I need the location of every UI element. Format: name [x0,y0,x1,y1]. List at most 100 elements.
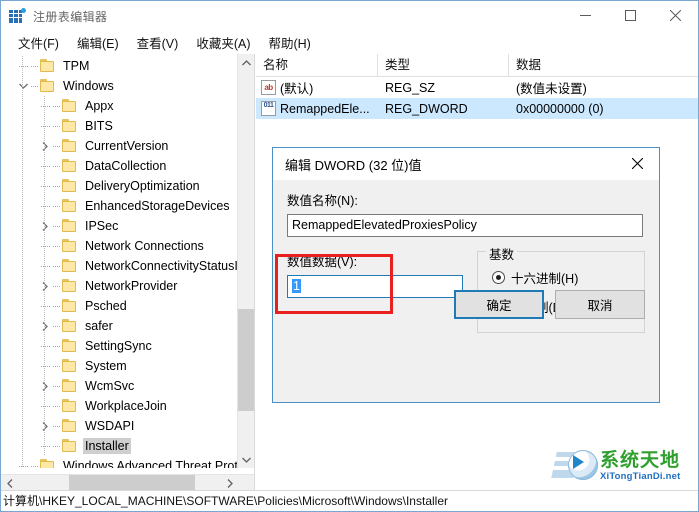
tree-item[interactable]: safer [1,316,238,336]
tree-guide-line [22,336,23,356]
cell-name: 011 RemappedEle... [256,101,378,116]
tree-leaf-spacer [37,238,53,254]
tree-item-label: WSDAPI [85,419,135,433]
values-list-row[interactable]: ab (默认) REG_SZ (数值未设置) [256,77,698,98]
chevron-down-icon[interactable] [15,78,31,94]
tree-item[interactable]: DeliveryOptimization [1,176,238,196]
close-button[interactable] [653,1,698,30]
folder-icon [62,119,78,133]
base-group-legend: 基数 [486,244,518,263]
folder-icon [62,199,78,213]
ok-button[interactable]: 确定 [454,290,544,319]
tree-vertical-scrollbar-thumb[interactable] [238,309,254,411]
cancel-button[interactable]: 取消 [555,290,645,319]
tree-item-label: NetworkConnectivityStatusIndicator [85,259,238,273]
tree-guide-line [22,56,23,76]
tree-guide-line [44,236,45,256]
column-header-name[interactable]: 名称 [256,54,378,77]
tree-item[interactable]: Network Connections [1,236,238,256]
registry-editor-icon [9,8,26,24]
tree-item[interactable]: System [1,356,238,376]
chevron-right-icon[interactable] [37,218,53,234]
column-header-data[interactable]: 数据 [509,54,698,77]
chevron-right-icon[interactable] [37,278,53,294]
tree-item[interactable]: Psched [1,296,238,316]
chevron-right-icon[interactable] [37,318,53,334]
tree-leaf-spacer [37,178,53,194]
chevron-right-icon[interactable] [37,418,53,434]
menu-help[interactable]: 帮助(H) [259,31,319,54]
cell-type: REG_DWORD [385,101,468,116]
chevron-up-icon[interactable] [238,54,254,71]
radio-hexadecimal[interactable]: 十六进制(H) [492,268,644,287]
value-data-input[interactable]: 1 [287,275,463,298]
tree-item[interactable]: TPM [1,56,238,76]
tree-item[interactable]: NetworkProvider [1,276,238,296]
tree-connector [53,238,62,254]
tree-leaf-spacer [37,298,53,314]
chevron-down-icon[interactable] [238,451,254,468]
tree-horizontal-scrollbar-thumb[interactable] [69,475,195,491]
tree-item[interactable]: WcmSvc [1,376,238,396]
tree-vertical-scrollbar[interactable] [237,54,254,468]
column-header-type[interactable]: 类型 [378,54,509,77]
tree-horizontal-scrollbar[interactable] [1,474,254,491]
edit-dword-dialog: 编辑 DWORD (32 位)值 数值名称(N): RemappedElevat… [272,147,660,403]
menu-favorites[interactable]: 收藏夹(A) [187,31,259,54]
tree-item[interactable]: Windows [1,76,238,96]
tree-connector [53,358,62,374]
tree-connector [53,278,62,294]
folder-icon [40,79,56,93]
tree-connector [31,458,40,468]
tree-item[interactable]: Appx [1,96,238,116]
values-list-row[interactable]: 011 RemappedEle... REG_DWORD 0x00000000 (0) [256,98,698,119]
tree-guide-line [22,416,23,436]
folder-icon [62,279,78,293]
tree-item[interactable]: BITS [1,116,238,136]
menu-view[interactable]: 查看(V) [128,31,188,54]
tree-item[interactable]: IPSec [1,216,238,236]
tree-item-label: Appx [85,99,114,113]
tree-item[interactable]: NetworkConnectivityStatusIndicator [1,256,238,276]
tree-connector [53,398,62,414]
menu-file[interactable]: 文件(F) [9,31,68,54]
registry-tree[interactable]: TPM Windows Appx BITS CurrentVersion DataColl… [1,54,238,468]
tree-leaf-spacer [37,398,53,414]
folder-icon [40,59,56,73]
tree-item-label: Windows [63,79,114,93]
tree-item-label: NetworkProvider [85,279,178,293]
tree-item[interactable]: Installer [1,436,238,456]
tree-connector [31,58,40,74]
chevron-right-icon[interactable] [221,475,238,491]
tree-guide-line [22,396,23,416]
tree-guide-line [22,96,23,116]
maximize-button[interactable] [608,1,653,30]
menu-bar: 文件(F) 编辑(E) 查看(V) 收藏夹(A) 帮助(H) [1,31,698,54]
value-name-text: RemappedEle... [280,101,370,116]
tree-connector [53,138,62,154]
menu-edit[interactable]: 编辑(E) [68,31,128,54]
tree-guide-line [44,376,45,396]
tree-item[interactable]: WSDAPI [1,416,238,436]
chevron-left-icon[interactable] [1,475,18,491]
tree-guide-line [44,196,45,216]
tree-item-label: DeliveryOptimization [85,179,200,193]
tree-item[interactable]: SettingSync [1,336,238,356]
dialog-close-button[interactable] [615,148,659,179]
cell-name: ab (默认) [256,78,378,97]
value-name-input[interactable]: RemappedElevatedProxiesPolicy [287,214,643,237]
tree-item[interactable]: Windows Advanced Threat Prote [1,456,238,468]
chevron-right-icon[interactable] [37,378,53,394]
tree-guide-line [44,256,45,276]
tree-item[interactable]: CurrentVersion [1,136,238,156]
value-name-text: (默认) [280,82,314,96]
tree-guide-line [22,196,23,216]
minimize-button[interactable] [563,1,608,30]
tree-item[interactable]: EnhancedStorageDevices [1,196,238,216]
tree-item[interactable]: WorkplaceJoin [1,396,238,416]
tree-guide-line [22,116,23,136]
tree-item[interactable]: DataCollection [1,156,238,176]
chevron-right-icon[interactable] [37,138,53,154]
tree-guide-line [44,116,45,136]
tree-connector [53,258,62,274]
